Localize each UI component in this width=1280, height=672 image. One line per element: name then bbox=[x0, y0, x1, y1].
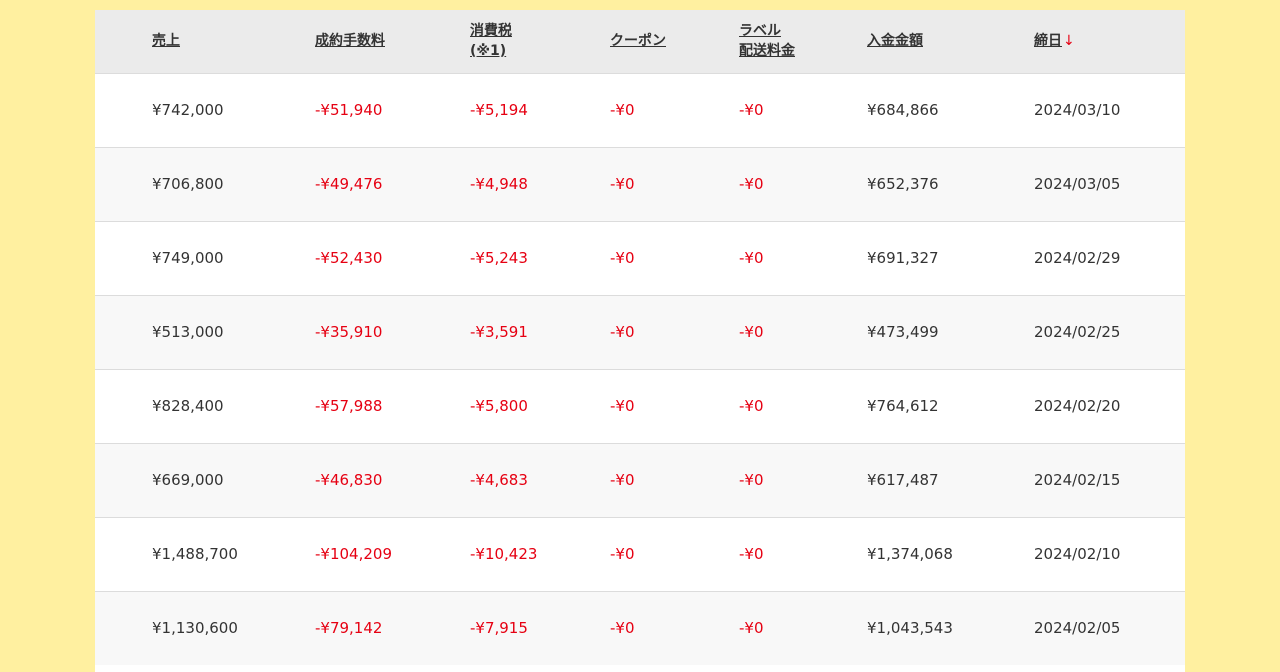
cell-closing: 2024/03/05 bbox=[1034, 175, 1121, 193]
cell-coupon: -¥0 bbox=[610, 323, 635, 341]
cell-sales: ¥828,400 bbox=[152, 397, 224, 415]
cell-tax: -¥3,591 bbox=[470, 323, 528, 341]
cell-tax: -¥5,243 bbox=[470, 249, 528, 267]
cell-closing: 2024/02/20 bbox=[1034, 397, 1121, 415]
table-header-row: 売上 成約手数料 消費税 (※1) クーポン ラベル 配送料金 入金金額 締日↓ bbox=[95, 10, 1185, 73]
cell-coupon: -¥0 bbox=[610, 397, 635, 415]
cell-fee: -¥51,940 bbox=[315, 101, 383, 119]
cell-tax: -¥4,948 bbox=[470, 175, 528, 193]
cell-sales: ¥513,000 bbox=[152, 323, 224, 341]
cell-label: -¥0 bbox=[739, 397, 764, 415]
cell-fee: -¥104,209 bbox=[315, 545, 392, 563]
cell-sales: ¥742,000 bbox=[152, 101, 224, 119]
table-row: ¥706,800 -¥49,476 -¥4,948 -¥0 -¥0 ¥652,376 202… bbox=[95, 147, 1185, 221]
sort-link-sales[interactable]: 売上 bbox=[152, 33, 180, 49]
cell-closing: 2024/03/10 bbox=[1034, 101, 1121, 119]
cell-fee: -¥46,830 bbox=[315, 471, 383, 489]
column-header-fee: 成約手数料 bbox=[315, 10, 470, 73]
cell-closing: 2024/02/10 bbox=[1034, 545, 1121, 563]
cell-label: -¥0 bbox=[739, 323, 764, 341]
cell-coupon: -¥0 bbox=[610, 471, 635, 489]
column-header-deposit: 入金金額 bbox=[867, 10, 1034, 73]
cell-deposit: ¥652,376 bbox=[867, 175, 939, 193]
table-row: ¥742,000 -¥51,940 -¥5,194 -¥0 -¥0 ¥684,866 202… bbox=[95, 73, 1185, 147]
sort-link-deposit[interactable]: 入金金額 bbox=[867, 33, 923, 49]
cell-closing: 2024/02/25 bbox=[1034, 323, 1121, 341]
cell-fee: -¥35,910 bbox=[315, 323, 383, 341]
cell-coupon: -¥0 bbox=[610, 249, 635, 267]
payment-history-table: 売上 成約手数料 消費税 (※1) クーポン ラベル 配送料金 入金金額 締日↓… bbox=[95, 10, 1185, 665]
cell-sales: ¥1,488,700 bbox=[152, 545, 238, 563]
cell-coupon: -¥0 bbox=[610, 545, 635, 563]
cell-deposit: ¥691,327 bbox=[867, 249, 939, 267]
cell-sales: ¥749,000 bbox=[152, 249, 224, 267]
cell-sales: ¥1,130,600 bbox=[152, 619, 238, 638]
cell-tax: -¥5,194 bbox=[470, 101, 528, 119]
table-row: ¥828,400 -¥57,988 -¥5,800 -¥0 -¥0 ¥764,612 202… bbox=[95, 369, 1185, 443]
cell-fee: -¥57,988 bbox=[315, 397, 383, 415]
sort-link-fee[interactable]: 成約手数料 bbox=[315, 33, 385, 49]
cell-tax: -¥4,683 bbox=[470, 471, 528, 489]
cell-tax: -¥5,800 bbox=[470, 397, 528, 415]
payment-history-panel: 売上 成約手数料 消費税 (※1) クーポン ラベル 配送料金 入金金額 締日↓… bbox=[95, 10, 1185, 672]
table-row: ¥1,488,700 -¥104,209 -¥10,423 -¥0 -¥0 ¥1,374,… bbox=[95, 517, 1185, 591]
sort-link-closing-date[interactable]: 締日 bbox=[1034, 33, 1062, 49]
label-header-line1: ラベル bbox=[739, 23, 781, 40]
cell-label: -¥0 bbox=[739, 619, 764, 638]
column-header-coupon: クーポン bbox=[610, 10, 739, 73]
cell-label: -¥0 bbox=[739, 249, 764, 267]
cell-coupon: -¥0 bbox=[610, 175, 635, 193]
cell-closing: 2024/02/15 bbox=[1034, 471, 1121, 489]
cell-fee: -¥49,476 bbox=[315, 175, 383, 193]
sort-link-coupon[interactable]: クーポン bbox=[610, 33, 666, 49]
cell-fee: -¥79,142 bbox=[315, 619, 383, 638]
cell-label: -¥0 bbox=[739, 101, 764, 119]
cell-coupon: -¥0 bbox=[610, 101, 635, 119]
cell-deposit: ¥617,487 bbox=[867, 471, 939, 489]
table-row: ¥513,000 -¥35,910 -¥3,591 -¥0 -¥0 ¥473,499 202… bbox=[95, 295, 1185, 369]
cell-sales: ¥706,800 bbox=[152, 175, 224, 193]
label-header-line2: 配送料金 bbox=[739, 43, 795, 60]
sort-link-label-shipping[interactable]: ラベル 配送料金 bbox=[739, 21, 867, 61]
cell-deposit: ¥684,866 bbox=[867, 101, 939, 119]
table-row: ¥1,130,600 -¥79,142 -¥7,915 -¥0 -¥0 ¥1,043,54… bbox=[95, 591, 1185, 665]
cell-tax: -¥7,915 bbox=[470, 619, 528, 638]
sort-descending-icon: ↓ bbox=[1063, 33, 1075, 50]
sort-link-tax[interactable]: 消費税 (※1) bbox=[470, 21, 610, 61]
column-header-tax: 消費税 (※1) bbox=[470, 10, 610, 73]
cell-label: -¥0 bbox=[739, 175, 764, 193]
column-header-label-shipping: ラベル 配送料金 bbox=[739, 10, 867, 73]
cell-deposit: ¥473,499 bbox=[867, 323, 939, 341]
table-row: ¥669,000 -¥46,830 -¥4,683 -¥0 -¥0 ¥617,487 202… bbox=[95, 443, 1185, 517]
cell-tax: -¥10,423 bbox=[470, 545, 538, 563]
cell-deposit: ¥1,374,068 bbox=[867, 545, 953, 563]
cell-label: -¥0 bbox=[739, 545, 764, 563]
table-row: ¥749,000 -¥52,430 -¥5,243 -¥0 -¥0 ¥691,327 202… bbox=[95, 221, 1185, 295]
column-header-closing-date: 締日↓ bbox=[1034, 10, 1185, 73]
cell-label: -¥0 bbox=[739, 471, 764, 489]
cell-sales: ¥669,000 bbox=[152, 471, 224, 489]
cell-coupon: -¥0 bbox=[610, 619, 635, 638]
table-body: ¥742,000 -¥51,940 -¥5,194 -¥0 -¥0 ¥684,866 202… bbox=[95, 73, 1185, 665]
tax-header-line1: 消費税 bbox=[470, 23, 512, 40]
cell-deposit: ¥1,043,543 bbox=[867, 619, 953, 638]
tax-header-line2: (※1) bbox=[470, 43, 507, 60]
cell-closing: 2024/02/29 bbox=[1034, 249, 1121, 267]
column-header-sales: 売上 bbox=[95, 10, 315, 73]
cell-deposit: ¥764,612 bbox=[867, 397, 939, 415]
cell-fee: -¥52,430 bbox=[315, 249, 383, 267]
cell-closing: 2024/02/05 bbox=[1034, 619, 1121, 638]
